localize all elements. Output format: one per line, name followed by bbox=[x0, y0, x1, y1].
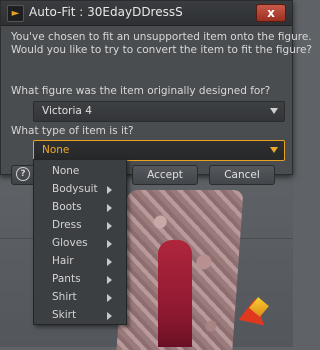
menu-item-label: Hair bbox=[52, 255, 74, 267]
daz-logo-icon: ► bbox=[7, 5, 24, 22]
chevron-right-icon bbox=[107, 204, 112, 212]
help-button[interactable]: ? bbox=[11, 165, 35, 185]
dialog-title: Auto-Fit : 30EdayDDressS bbox=[29, 5, 183, 19]
message-line-1: You've chosen to fit an unsupported item… bbox=[11, 31, 312, 43]
menu-item-label: Pants bbox=[52, 273, 81, 285]
figure-select-value: Victoria 4 bbox=[42, 105, 92, 117]
message-line-2: Would you like to try to convert the ite… bbox=[11, 44, 312, 56]
menu-item-bodysuit[interactable]: Bodysuit bbox=[34, 180, 126, 199]
menu-item-shirt[interactable]: Shirt bbox=[34, 288, 126, 307]
menu-item-label: Skirt bbox=[52, 309, 77, 321]
chevron-down-icon bbox=[270, 147, 278, 153]
menu-item-none[interactable]: None bbox=[34, 162, 126, 181]
chevron-right-icon bbox=[107, 186, 112, 194]
close-button[interactable]: x bbox=[256, 4, 286, 22]
menu-item-label: Bodysuit bbox=[52, 183, 98, 195]
menu-item-label: Boots bbox=[52, 201, 82, 213]
menu-item-hair[interactable]: Hair bbox=[34, 252, 126, 271]
accept-button[interactable]: Accept bbox=[132, 165, 198, 185]
menu-item-boots[interactable]: Boots bbox=[34, 198, 126, 217]
type-select-value: None bbox=[42, 144, 70, 156]
figure-select[interactable]: Victoria 4 bbox=[33, 101, 285, 122]
chevron-down-icon bbox=[270, 108, 278, 114]
menu-item-gloves[interactable]: Gloves bbox=[34, 234, 126, 253]
menu-item-label: Shirt bbox=[52, 291, 77, 303]
item-type-menu: None Bodysuit Boots Dress Gloves Hair Pa… bbox=[33, 159, 127, 325]
type-select[interactable]: None bbox=[33, 140, 285, 161]
dialog-titlebar[interactable]: ► Auto-Fit : 30EdayDDressS x bbox=[1, 1, 292, 26]
chevron-right-icon bbox=[107, 258, 112, 266]
auto-fit-dialog: ► Auto-Fit : 30EdayDDressS x You've chos… bbox=[0, 0, 312, 185]
figure-question-label: What figure was the item originally desi… bbox=[11, 85, 271, 97]
chevron-right-icon bbox=[107, 276, 112, 284]
chevron-right-icon bbox=[107, 294, 112, 302]
figure-body-model bbox=[158, 240, 192, 347]
menu-item-pants[interactable]: Pants bbox=[34, 270, 126, 289]
menu-item-dress[interactable]: Dress bbox=[34, 216, 126, 235]
menu-item-label: Dress bbox=[52, 219, 82, 231]
menu-item-label: Gloves bbox=[52, 237, 88, 249]
chevron-right-icon bbox=[107, 222, 112, 230]
chevron-right-icon bbox=[107, 240, 112, 248]
cancel-button[interactable]: Cancel bbox=[209, 165, 275, 185]
menu-item-label: None bbox=[52, 165, 80, 177]
menu-item-skirt[interactable]: Skirt bbox=[34, 306, 126, 325]
chevron-right-icon bbox=[107, 312, 112, 320]
type-question-label: What type of item is it? bbox=[11, 125, 134, 137]
help-icon: ? bbox=[16, 167, 30, 181]
